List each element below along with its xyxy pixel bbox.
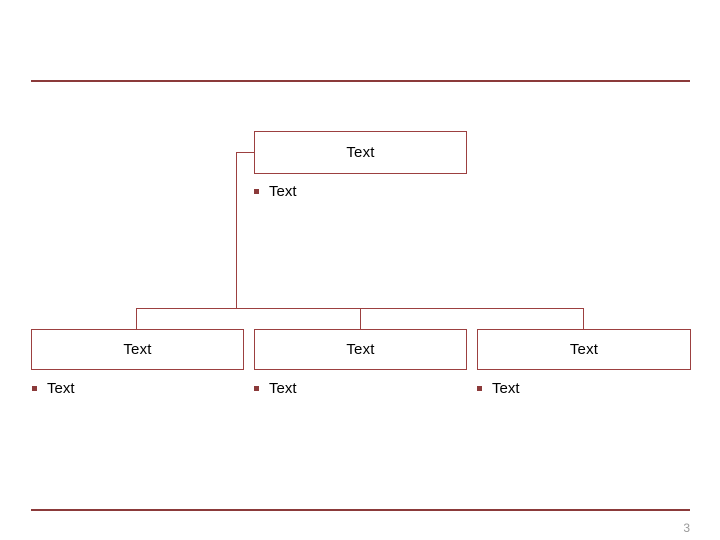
diagram-node-center[interactable]: Text bbox=[254, 329, 467, 370]
bottom-divider-rule bbox=[31, 509, 690, 511]
connector-vertical-trunk bbox=[236, 152, 237, 309]
bullet-item-left[interactable]: Text bbox=[32, 381, 75, 396]
bullet-item-right[interactable]: Text bbox=[477, 381, 520, 396]
bullet-item-top-label: Text bbox=[269, 183, 297, 200]
slide-canvas: Text Text Text Text Text Text Text Text … bbox=[0, 0, 720, 540]
square-bullet-icon bbox=[254, 189, 259, 194]
connector-drop-right bbox=[583, 308, 584, 330]
connector-top-stub bbox=[236, 152, 255, 153]
bullet-item-left-label: Text bbox=[47, 380, 75, 397]
diagram-node-left-label: Text bbox=[123, 341, 152, 358]
diagram-node-center-label: Text bbox=[346, 341, 375, 358]
diagram-node-left[interactable]: Text bbox=[31, 329, 244, 370]
bullet-item-center-label: Text bbox=[269, 380, 297, 397]
diagram-node-top-label: Text bbox=[346, 144, 375, 161]
bullet-item-center[interactable]: Text bbox=[254, 381, 297, 396]
square-bullet-icon bbox=[254, 386, 259, 391]
diagram-node-right-label: Text bbox=[569, 341, 599, 358]
bullet-item-top[interactable]: Text bbox=[254, 184, 297, 199]
square-bullet-icon bbox=[477, 386, 482, 391]
connector-drop-left bbox=[136, 308, 137, 330]
square-bullet-icon bbox=[32, 386, 37, 391]
connector-drop-center bbox=[360, 308, 361, 330]
page-number: 3 bbox=[683, 521, 690, 535]
diagram-node-top[interactable]: Text bbox=[254, 131, 467, 174]
diagram-node-right[interactable]: Text bbox=[477, 329, 691, 370]
top-divider-rule bbox=[31, 80, 690, 82]
bullet-item-right-label: Text bbox=[492, 380, 520, 397]
